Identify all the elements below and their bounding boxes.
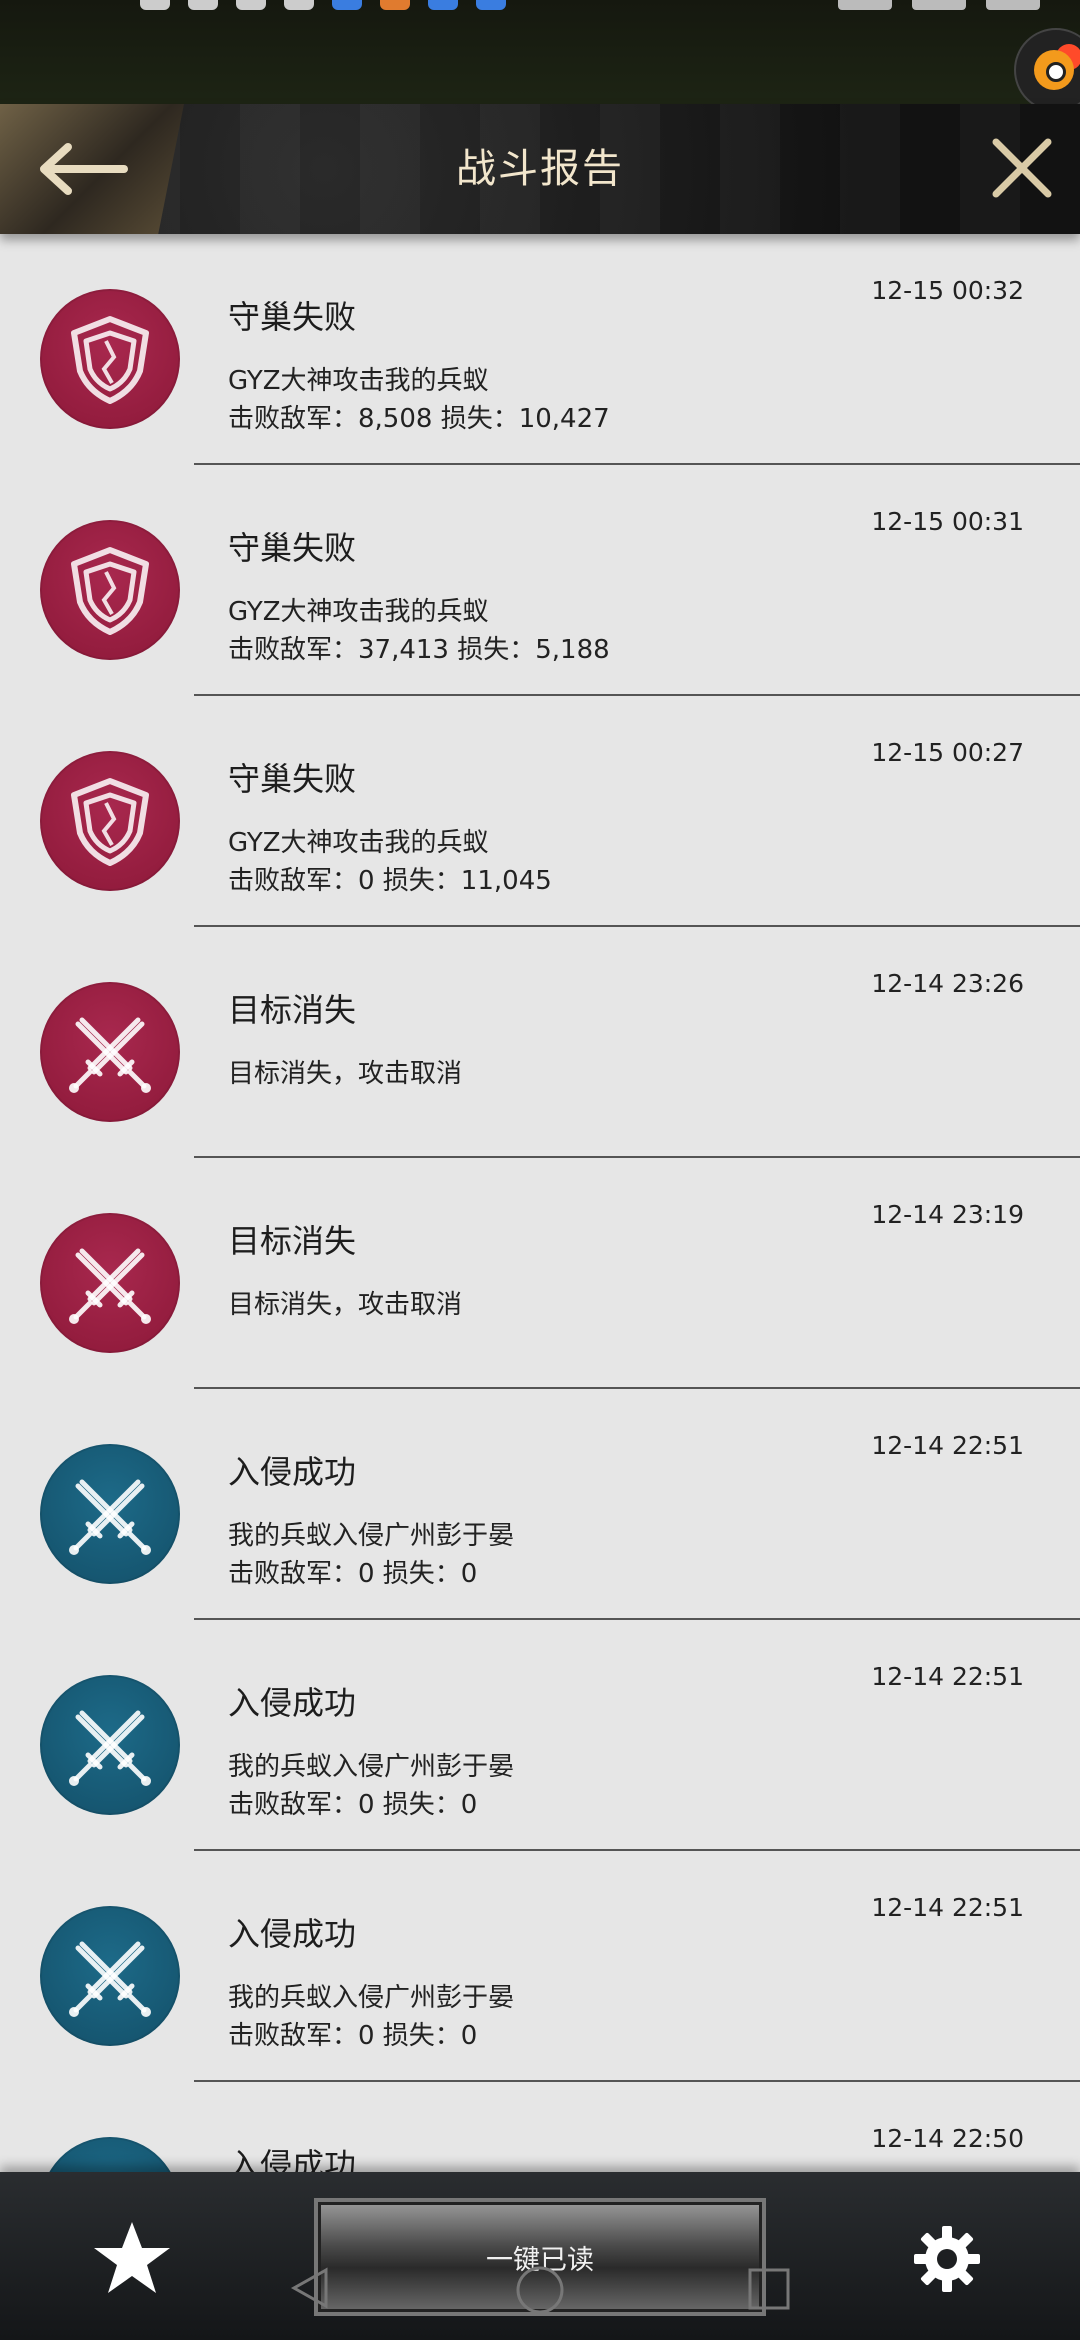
status-icons: [140, 0, 506, 10]
report-title: 入侵成功: [228, 1453, 357, 1491]
report-description: 目标消失，攻击取消: [228, 1059, 463, 1089]
app-notification-icon: [476, 0, 506, 10]
report-title: 入侵成功: [228, 2146, 357, 2172]
report-title: 守巢失败: [228, 298, 357, 336]
nav-back-icon[interactable]: [286, 2264, 334, 2312]
signal-icon: [188, 0, 218, 10]
app-notification-icon: [380, 0, 410, 10]
report-stats: 击败敌军：37,413 损失：5,188: [228, 635, 610, 665]
report-stats: 击败敌军：8,508 损失：10,427: [228, 404, 610, 434]
report-description: GYZ大神攻击我的兵蚁: [228, 366, 489, 396]
report-title: 守巢失败: [228, 760, 357, 798]
crossed-swords-icon: [40, 1213, 180, 1353]
report-time: 12-14 22:50: [871, 2124, 1024, 2153]
shield-icon: [40, 751, 180, 891]
report-time: 12-15 00:27: [871, 738, 1024, 767]
app-notification-icon: [332, 0, 362, 10]
shield-icon: [40, 520, 180, 660]
signal-icon: [236, 0, 266, 10]
shield-icon: [40, 289, 180, 429]
report-stats: 击败敌军：0 损失：0: [228, 2021, 478, 2051]
report-time: 12-15 00:31: [871, 507, 1024, 536]
status-right: [838, 0, 1040, 10]
report-description: 目标消失，攻击取消: [228, 1290, 463, 1320]
mascot-eye: [1046, 62, 1066, 82]
bottom-bar: 一键已读: [0, 2172, 1080, 2340]
report-item[interactable]: 目标消失 12-14 23:19 目标消失，攻击取消: [0, 1158, 1080, 1389]
report-time: 12-14 23:26: [871, 969, 1024, 998]
crossed-swords-icon: [40, 1906, 180, 2046]
crossed-swords-icon: [40, 1675, 180, 1815]
report-list: 守巢失败 12-15 00:32 GYZ大神攻击我的兵蚁 击败敌军：8,508 …: [0, 234, 1080, 2172]
gear-icon[interactable]: [912, 2224, 982, 2294]
nav-home-icon[interactable]: [514, 2264, 566, 2316]
wifi-icon: [284, 0, 314, 10]
report-item[interactable]: 入侵成功 12-14 22:51 我的兵蚁入侵广州彭于晏 击败敌军：0 损失：0: [0, 1620, 1080, 1851]
status-bar: [0, 0, 1080, 112]
report-title: 守巢失败: [228, 529, 357, 567]
report-item[interactable]: 入侵成功 12-14 22:50: [0, 2082, 1080, 2172]
report-time: 12-14 22:51: [871, 1893, 1024, 1922]
header-bar: 战斗报告: [0, 104, 1080, 234]
report-description: GYZ大神攻击我的兵蚁: [228, 828, 489, 858]
app-notification-icon: [428, 0, 458, 10]
report-time: 12-14 22:51: [871, 1662, 1024, 1691]
close-icon[interactable]: [988, 134, 1056, 202]
report-item[interactable]: 入侵成功 12-14 22:51 我的兵蚁入侵广州彭于晏 击败敌军：0 损失：0: [0, 1851, 1080, 2082]
report-description: 我的兵蚁入侵广州彭于晏: [228, 1983, 515, 2013]
report-description: 我的兵蚁入侵广州彭于晏: [228, 1752, 515, 1782]
report-time: 12-14 23:19: [871, 1200, 1024, 1229]
report-item[interactable]: 守巢失败 12-15 00:31 GYZ大神攻击我的兵蚁 击败敌军：37,413…: [0, 465, 1080, 696]
crossed-swords-icon: [40, 1444, 180, 1584]
report-item[interactable]: 入侵成功 12-14 22:51 我的兵蚁入侵广州彭于晏 击败敌军：0 损失：0: [0, 1389, 1080, 1620]
report-title: 入侵成功: [228, 1684, 357, 1722]
report-title: 目标消失: [228, 991, 357, 1029]
crossed-swords-icon: [40, 982, 180, 1122]
clock: [986, 0, 1040, 10]
battery-icon: [912, 0, 966, 10]
report-title: 目标消失: [228, 1222, 357, 1260]
report-stats: 击败敌军：0 损失：0: [228, 1790, 478, 1820]
report-description: 我的兵蚁入侵广州彭于晏: [228, 1521, 515, 1551]
report-stats: 击败敌军：0 损失：11,045: [228, 866, 552, 896]
status-icon: [140, 0, 170, 10]
nav-recents-icon[interactable]: [746, 2266, 792, 2312]
report-item[interactable]: 守巢失败 12-15 00:27 GYZ大神攻击我的兵蚁 击败敌军：0 损失：1…: [0, 696, 1080, 927]
report-item[interactable]: 守巢失败 12-15 00:32 GYZ大神攻击我的兵蚁 击败敌军：8,508 …: [0, 234, 1080, 465]
report-title: 入侵成功: [228, 1915, 357, 1953]
report-time: 12-14 22:51: [871, 1431, 1024, 1460]
floating-mascot-button[interactable]: [1014, 28, 1080, 112]
page-title: 战斗报告: [456, 146, 624, 192]
report-description: GYZ大神攻击我的兵蚁: [228, 597, 489, 627]
crossed-swords-icon: [40, 2137, 180, 2172]
star-icon[interactable]: [92, 2218, 172, 2298]
report-stats: 击败敌军：0 损失：0: [228, 1559, 478, 1589]
alarm-icon: [838, 0, 892, 10]
report-time: 12-15 00:32: [871, 276, 1024, 305]
report-item[interactable]: 目标消失 12-14 23:26 目标消失，攻击取消: [0, 927, 1080, 1158]
